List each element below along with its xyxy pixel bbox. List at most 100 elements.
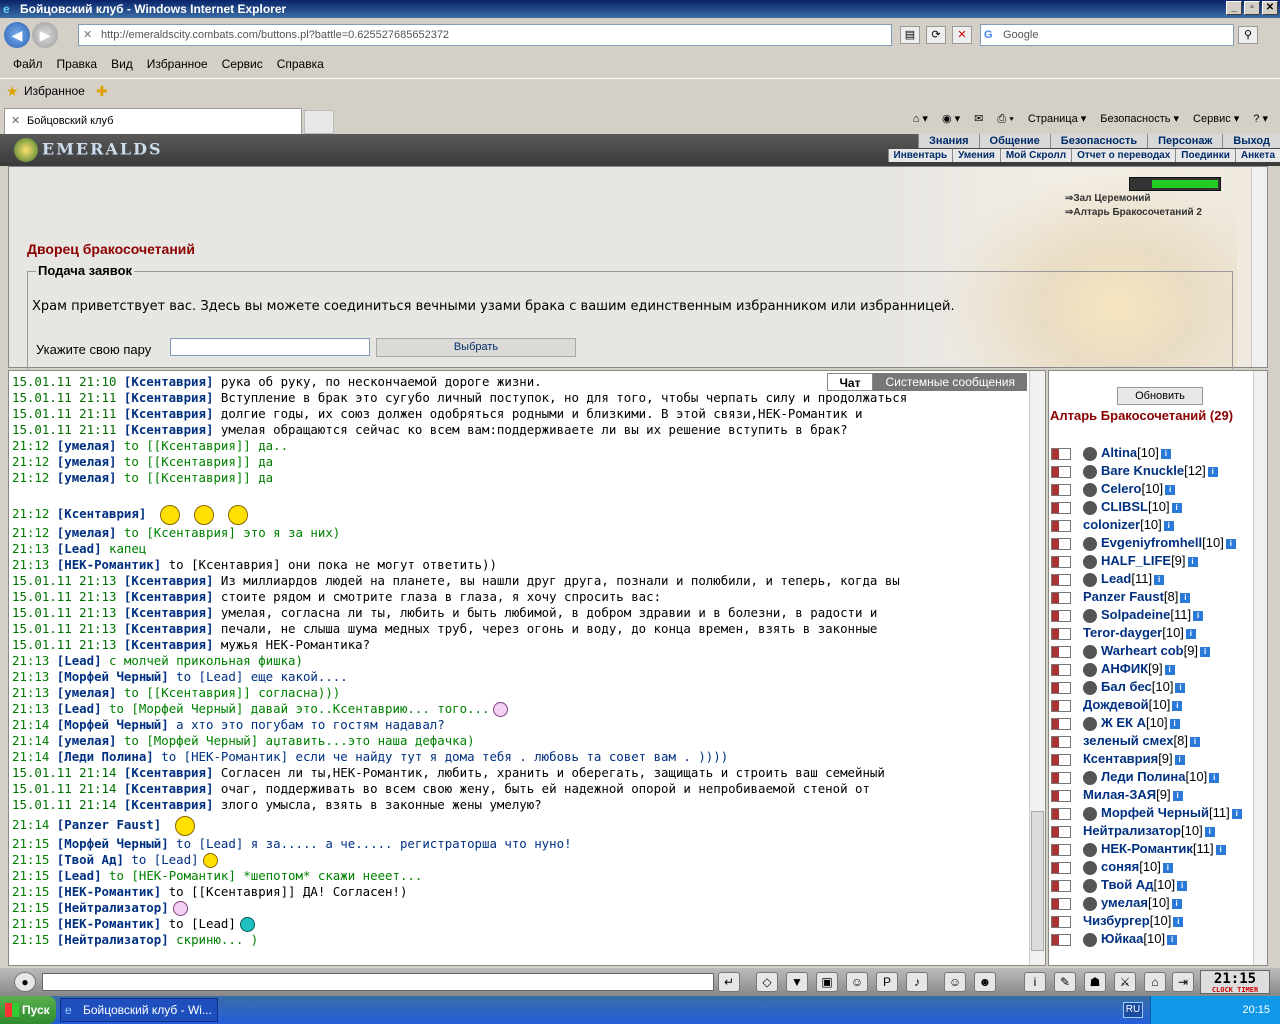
chat-nick[interactable]: [Ксентаврия] — [124, 765, 214, 780]
private-message-icon[interactable] — [1051, 843, 1071, 856]
private-message-icon[interactable] — [1051, 735, 1071, 748]
search-input[interactable]: G Google — [980, 24, 1234, 46]
user-name[interactable]: НЕК-Романтик — [1101, 841, 1193, 856]
cmd-security[interactable]: Безопасность ▾ — [1100, 110, 1179, 128]
chat-nick[interactable]: [НЕК-Романтик] — [57, 916, 161, 931]
compat-view-icon[interactable]: ▤ — [900, 26, 920, 44]
user-row[interactable]: НЕК-Романтик[11] i — [1051, 841, 1226, 859]
private-message-icon[interactable] — [1051, 645, 1071, 658]
menu-file[interactable]: Файл — [6, 54, 50, 74]
private-message-icon[interactable] — [1051, 501, 1071, 514]
user-info-icon[interactable]: i — [1207, 466, 1218, 477]
user-row[interactable]: Bare Knuckle[12] i — [1051, 463, 1218, 481]
user-row[interactable]: Celero[10] i — [1051, 481, 1176, 499]
smiley-icon[interactable]: ☺ — [944, 972, 966, 992]
user-row[interactable]: Altina[10] i — [1051, 445, 1171, 463]
user-info-icon[interactable]: i — [1169, 718, 1180, 729]
subnav-inventory[interactable]: Инвентарь — [887, 149, 953, 162]
user-info-icon[interactable]: i — [1154, 574, 1165, 585]
users-scrollbar[interactable] — [1253, 371, 1267, 965]
chat-nick[interactable]: [Ксентаврия] — [124, 390, 214, 405]
refresh-button[interactable]: Обновить — [1117, 387, 1203, 405]
private-message-icon[interactable] — [1051, 699, 1071, 712]
user-name[interactable]: Ж ЕК А — [1101, 715, 1146, 730]
private-message-icon[interactable] — [1051, 861, 1071, 874]
private-message-icon[interactable] — [1051, 573, 1071, 586]
user-row[interactable]: Lead[11] i — [1051, 571, 1165, 589]
user-name[interactable]: Дождевой — [1083, 697, 1149, 712]
chat-nick[interactable]: [умелая] — [57, 454, 117, 469]
stop-icon[interactable]: ✕ — [952, 26, 972, 44]
chat-nick[interactable]: [Ксентаврия] — [124, 589, 214, 604]
filter-icon[interactable]: ▼ — [786, 972, 808, 992]
chat-nick[interactable]: [Ксентаврия] — [124, 797, 214, 812]
maximize-button[interactable]: ▫ — [1244, 1, 1260, 15]
user-info-icon[interactable]: i — [1231, 808, 1242, 819]
exit-icon[interactable]: ⇥ — [1172, 972, 1194, 992]
mail-icon[interactable]: ✉ — [974, 110, 983, 128]
user-info-icon[interactable]: i — [1171, 898, 1182, 909]
feeds-icon[interactable]: ◉ ▾ — [942, 110, 960, 128]
private-message-icon[interactable] — [1051, 771, 1071, 784]
user-row[interactable]: CLIBSL[10] i — [1051, 499, 1182, 517]
private-message-icon[interactable] — [1051, 483, 1071, 496]
new-tab-button[interactable] — [304, 110, 334, 134]
taskbar-ie-window[interactable]: e Бойцовский клуб - Wi... — [60, 998, 218, 1022]
private-message-icon[interactable] — [1051, 465, 1071, 478]
nav-communication[interactable]: Общение — [978, 134, 1050, 148]
back-button[interactable]: ◀ — [4, 22, 30, 48]
user-info-icon[interactable]: i — [1225, 538, 1236, 549]
user-row[interactable]: Милая-ЗАЯ[9] i — [1051, 787, 1183, 805]
chat-nick[interactable]: [Нейтрализатор] — [57, 900, 169, 915]
chat-nick[interactable]: [Твой Ад] — [57, 852, 124, 867]
private-icon[interactable]: P — [876, 972, 898, 992]
upper-scrollbar[interactable] — [1251, 167, 1267, 367]
user-row[interactable]: Teror-dayger[10] i — [1051, 625, 1196, 643]
user-name[interactable]: Нейтрализатор — [1083, 823, 1181, 838]
user-row[interactable]: АНФИК[9] i — [1051, 661, 1175, 679]
favorites-button[interactable]: Избранное — [24, 84, 85, 98]
eraser-icon[interactable]: ◇ — [756, 972, 778, 992]
chat-nick[interactable]: [умелая] — [57, 685, 117, 700]
user-info-icon[interactable]: i — [1209, 772, 1220, 783]
user-info-icon[interactable]: i — [1172, 700, 1183, 711]
location-link-ceremony[interactable]: ⇒Зал Церемоний — [1065, 193, 1151, 204]
minimize-button[interactable]: _ — [1226, 1, 1242, 15]
private-message-icon[interactable] — [1051, 933, 1071, 946]
private-message-icon[interactable] — [1051, 753, 1071, 766]
user-row[interactable]: Warheart cob[9] i — [1051, 643, 1211, 661]
emote-icon[interactable]: ☺ — [846, 972, 868, 992]
nav-security[interactable]: Безопасность — [1049, 134, 1147, 148]
chat-nick[interactable]: [Ксентаврия] — [124, 406, 214, 421]
user-row[interactable]: Ж ЕК А[10] i — [1051, 715, 1180, 733]
private-message-icon[interactable] — [1051, 825, 1071, 838]
private-message-icon[interactable] — [1051, 591, 1071, 604]
chat-nick[interactable]: [Ксентаврия] — [124, 422, 214, 437]
user-name[interactable]: Lead — [1101, 571, 1131, 586]
user-name[interactable]: Panzer Faust — [1083, 589, 1164, 604]
private-message-icon[interactable] — [1051, 717, 1071, 730]
user-info-icon[interactable]: i — [1187, 556, 1198, 567]
select-button[interactable]: Выбрать — [376, 338, 576, 357]
user-row[interactable]: Нейтрализатор[10] i — [1051, 823, 1215, 841]
pair-input[interactable] — [170, 338, 370, 356]
user-row[interactable]: зеленый смех[8] i — [1051, 733, 1200, 751]
user-info-icon[interactable]: i — [1200, 646, 1211, 657]
chat-nick[interactable]: [Морфей Черный] — [57, 669, 169, 684]
chat-nick[interactable]: [Lead] — [57, 541, 102, 556]
chat-scroll-thumb[interactable] — [1031, 811, 1044, 951]
user-name[interactable]: Юйкаа — [1101, 931, 1143, 946]
user-name[interactable]: CLIBSL — [1101, 499, 1148, 514]
chat-nick[interactable]: [Ксентаврия] — [124, 573, 214, 588]
nav-knowledge[interactable]: Знания — [918, 134, 978, 148]
user-info-icon[interactable]: i — [1193, 610, 1204, 621]
chat-nick[interactable]: [Lead] — [57, 868, 102, 883]
user-row[interactable]: умелая[10] i — [1051, 895, 1182, 913]
user-row[interactable]: Юйкаа[10] i — [1051, 931, 1178, 949]
user-info-icon[interactable]: i — [1167, 934, 1178, 945]
user-info-icon[interactable]: i — [1165, 484, 1176, 495]
chat-nick[interactable]: [умелая] — [57, 525, 117, 540]
chat-nick[interactable]: [Леди Полина] — [57, 749, 154, 764]
user-name[interactable]: Леди Полина — [1101, 769, 1186, 784]
user-row[interactable]: Чизбургер[10] i — [1051, 913, 1184, 931]
